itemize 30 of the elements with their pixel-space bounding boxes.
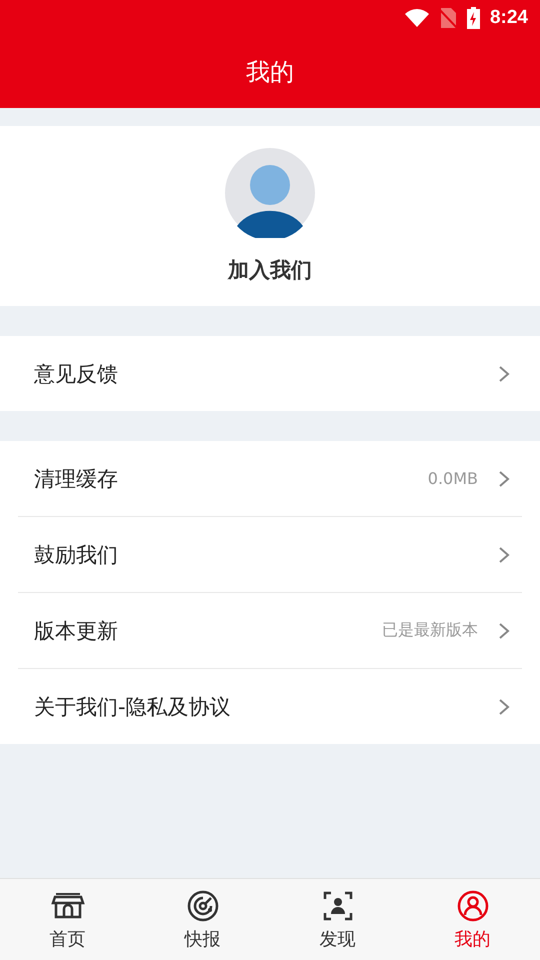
settings-row[interactable]: 清理缓存 0.0MB	[18, 441, 522, 516]
wifi-icon	[404, 9, 429, 27]
settings-row[interactable]: 意见反馈	[0, 336, 540, 411]
nav-tab[interactable]: 我的	[405, 879, 540, 960]
status-time: 8:24	[490, 7, 528, 29]
person-icon	[456, 888, 490, 922]
radar-icon	[186, 888, 220, 922]
row-label: 意见反馈	[34, 360, 119, 388]
chevron-icon	[498, 470, 510, 488]
settings-row[interactable]: 关于我们-隐私及协议	[18, 668, 522, 744]
settings-row[interactable]: 版本更新 已是最新版本	[18, 592, 522, 668]
nav-tab[interactable]: 快报	[135, 879, 270, 960]
row-label: 关于我们-隐私及协议	[34, 694, 232, 720]
row-label: 鼓励我们	[34, 542, 119, 568]
page-title: 我的	[246, 57, 294, 88]
chevron-icon	[498, 622, 510, 640]
row-label: 版本更新	[34, 618, 119, 644]
row-value: 已是最新版本	[382, 620, 478, 641]
chevron-icon	[498, 698, 510, 716]
nav-tab[interactable]: 发现	[270, 879, 405, 960]
no-sim-icon	[438, 8, 457, 28]
settings-row[interactable]: 鼓励我们	[18, 516, 522, 592]
battery-icon	[466, 7, 480, 29]
avatar-icon[interactable]	[225, 148, 315, 238]
row-value: 0.0MB	[428, 469, 478, 488]
chevron-icon	[498, 546, 510, 564]
join-us-label[interactable]: 加入我们	[228, 256, 312, 284]
row-label: 清理缓存	[34, 466, 119, 492]
chevron-icon	[498, 364, 510, 382]
nav-tab[interactable]: 首页	[0, 879, 135, 960]
